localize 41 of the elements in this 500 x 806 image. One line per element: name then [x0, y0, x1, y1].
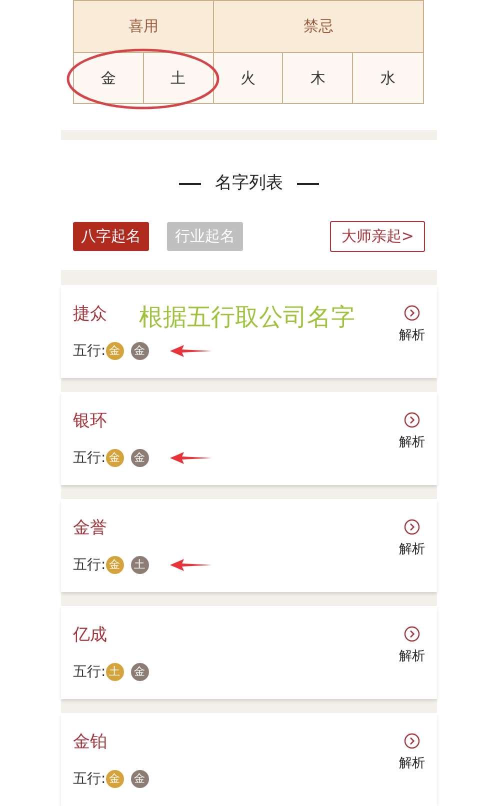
element-badge: 土: [106, 663, 124, 681]
table-header: 禁忌: [214, 1, 423, 53]
element-badge: 金: [130, 449, 149, 467]
analyze-button[interactable]: 解析: [399, 499, 425, 560]
company-name: 亿成: [73, 624, 107, 647]
element-badge: 金: [130, 770, 149, 788]
table-cell: 水: [353, 53, 423, 103]
chevron-circle-icon: [404, 412, 420, 428]
wuxing-label: 五行:: [73, 770, 106, 788]
table-cell: 金: [74, 53, 144, 103]
element-badge: 金: [106, 342, 124, 360]
tab[interactable]: 八字起名: [73, 222, 149, 250]
wuxing-label: 五行:: [73, 662, 106, 682]
element-badge: 金: [106, 770, 124, 788]
master-link[interactable]: 大师亲起>: [330, 220, 425, 252]
table-cell: 土: [144, 53, 214, 103]
wuxing-label: 五行:: [73, 556, 106, 574]
element-badge: 金: [106, 449, 124, 467]
table-cell: 火: [214, 53, 284, 103]
company-name: 银环: [73, 410, 107, 433]
table-header: 喜用: [74, 1, 214, 53]
analyze-button[interactable]: 解析: [399, 713, 425, 774]
element-badge: 金: [106, 556, 124, 574]
table-cell: 木: [283, 53, 354, 103]
wuxing-label: 五行:: [73, 342, 106, 360]
annotation-text: 根据五行取公司名字: [139, 302, 355, 333]
chevron-circle-icon: [404, 733, 420, 749]
company-name: 捷众: [73, 303, 107, 326]
chevron-circle-icon: [404, 626, 420, 642]
chevron-circle-icon: [404, 305, 420, 321]
element-badge: 金: [130, 663, 149, 681]
analyze-button[interactable]: 解析: [399, 285, 425, 346]
company-name: 金铂: [73, 731, 107, 754]
company-name: 金誉: [73, 517, 107, 540]
wuxing-label: 五行:: [73, 448, 106, 468]
element-badge: 土: [130, 556, 149, 574]
analyze-button[interactable]: 解析: [399, 392, 425, 452]
analyze-button[interactable]: 解析: [399, 606, 425, 666]
element-badge: 金: [130, 342, 149, 360]
section-title: 名字列表: [215, 172, 283, 195]
chevron-circle-icon: [404, 519, 420, 535]
